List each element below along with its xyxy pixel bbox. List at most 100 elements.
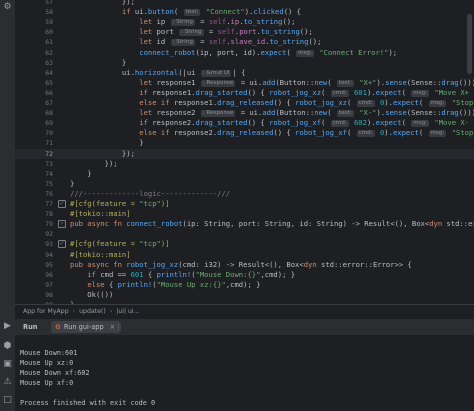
- more-options-icon[interactable]: ⋮: [115, 319, 122, 335]
- line-number: 76: [45, 189, 53, 198]
- line-number: 97: [45, 280, 53, 289]
- code-text: if ui.button( text: "Connect").clicked()…: [121, 7, 302, 17]
- line-number: 74: [45, 169, 53, 178]
- code-line[interactable]: 65 let response1 : Response = ui.add(But…: [15, 78, 474, 88]
- code-line[interactable]: 71 }: [15, 138, 474, 148]
- code-line[interactable]: 92: [15, 229, 474, 239]
- code-text: else if response2.drag_released() { robo…: [139, 128, 474, 138]
- code-line[interactable]: 72 });: [15, 148, 474, 159]
- code-line[interactable]: 60 let port : String = self.port.to_stri…: [15, 27, 474, 37]
- code-text: if response2.drag_started() { robot_jog_…: [139, 118, 474, 128]
- line-number: 93: [45, 240, 53, 249]
- run-tool-icon[interactable]: ▶: [3, 322, 12, 331]
- line-number: 67: [45, 99, 53, 107]
- line-number: 68: [45, 109, 53, 118]
- code-line[interactable]: 61 let id : String = self.slave_id.to_st…: [15, 37, 474, 47]
- code-text: pub async fn connect_robot(ip: String, p…: [70, 219, 474, 229]
- code-line[interactable]: 64 ui.horizontal(|ui : &mut Ui | {: [15, 68, 474, 78]
- code-editor[interactable]: 57 }); 58 if ui.button( text: "Connect").…: [15, 0, 474, 304]
- breadcrumb-item[interactable]: App for MyApp: [23, 308, 69, 315]
- code-text: });: [70, 148, 135, 158]
- run-panel-title: Run: [23, 323, 38, 331]
- console-line: Mouse Up xf:0: [20, 379, 74, 387]
- code-line[interactable]: 73 });: [15, 159, 474, 169]
- line-number: 63: [45, 58, 53, 67]
- line-number: 77: [45, 200, 53, 208]
- code-line[interactable]: 66 if response1.drag_started() { robot_j…: [15, 88, 474, 98]
- code-text: if response1.drag_started() { robot_jog_…: [139, 87, 474, 97]
- line-number: 59: [45, 18, 53, 27]
- code-line[interactable]: 74 }: [15, 169, 474, 179]
- line-number: 71: [45, 139, 53, 148]
- code-text: }: [70, 57, 127, 67]
- fold-check-icon[interactable]: ✓: [58, 240, 66, 249]
- problems-icon[interactable]: ⚠: [3, 378, 12, 387]
- code-text: let port : String = self.port.to_string(…: [139, 27, 313, 37]
- line-number: 60: [45, 28, 53, 37]
- console-line: Mouse Up xz:0: [20, 359, 74, 367]
- line-number: 79: [45, 220, 53, 229]
- rust-icon: ⚙: [55, 323, 61, 331]
- console-output[interactable]: Mouse Down:601 Mouse Up xz:0 Mouse Down xf…: [15, 335, 474, 411]
- debug-icon[interactable]: ⬢: [3, 342, 12, 351]
- code-line[interactable]: 58 if ui.button( text: "Connect").clicke…: [15, 7, 474, 17]
- line-number: 64: [45, 68, 53, 77]
- console-line: Mouse Down xf:602: [20, 369, 90, 377]
- line-number: 92: [45, 230, 53, 239]
- code-text: });: [70, 158, 118, 168]
- code-line[interactable]: 70 else if response2.drag_released() { r…: [15, 128, 474, 138]
- line-number: 65: [45, 78, 53, 87]
- code-text: #[cfg(feature = "tcp")]: [70, 199, 170, 208]
- tab-label: Run gui-app: [63, 323, 104, 331]
- line-number: 75: [45, 179, 53, 188]
- code-text: let ip : String = self.ip.to_string();: [139, 17, 296, 27]
- line-number: 98: [45, 290, 53, 299]
- code-text: connect_robot(ip, port, id).expect( msg:…: [139, 47, 398, 57]
- code-text: }: [70, 178, 75, 188]
- breadcrumb-separator: ›: [72, 308, 76, 315]
- fold-expand-icon[interactable]: ›: [58, 220, 66, 229]
- breadcrumb-item[interactable]: |ui| ui...: [116, 308, 139, 315]
- code-line[interactable]: 75}: [15, 179, 474, 189]
- code-line[interactable]: 63 }: [15, 58, 474, 68]
- line-number: 57: [45, 0, 53, 6]
- line-number: 58: [45, 8, 53, 17]
- terminal-icon[interactable]: ▣: [3, 360, 12, 369]
- breadcrumb-item[interactable]: update(): [79, 308, 106, 315]
- code-line[interactable]: 57 });: [15, 0, 474, 7]
- code-line[interactable]: 93 ✓ #[cfg(feature = "tcp")]: [15, 239, 474, 249]
- code-line[interactable]: 97 else { println!("Mouse Up xz:{}",cmd)…: [15, 280, 474, 290]
- code-text: let id : String = self.slave_id.to_strin…: [139, 37, 322, 47]
- line-number: 96: [45, 270, 53, 279]
- code-text: if cmd == 601 { println!("Mouse Down:{}"…: [87, 269, 296, 279]
- code-text: }: [70, 168, 92, 178]
- code-line[interactable]: 79 › pub async fn connect_robot(ip: String…: [15, 219, 474, 229]
- code-line[interactable]: 98 Ok(()): [15, 290, 474, 300]
- code-line[interactable]: 77 ✓ #[cfg(feature = "tcp")]: [15, 199, 474, 209]
- code-line[interactable]: 76 ///-------------logic-------------///: [15, 189, 474, 199]
- code-line[interactable]: 69 if response2.drag_started() { robot_j…: [15, 118, 474, 128]
- code-line[interactable]: 68 let response2 : Response = ui.add(But…: [15, 108, 474, 118]
- code-line[interactable]: 94 #[tokio::main]: [15, 250, 474, 260]
- code-line[interactable]: 62 connect_robot(ip, port, id).expect( m…: [15, 48, 474, 58]
- code-text: else if response1.drag_released() { robo…: [139, 98, 474, 107]
- project-icon[interactable]: ⚙: [3, 3, 12, 12]
- code-line[interactable]: 95 pub async fn robot_jog_xz(cmd: i32) ->…: [15, 260, 474, 270]
- code-text: #[cfg(feature = "tcp")]: [70, 239, 170, 249]
- tab-run-gui-app[interactable]: ⚙ Run gui-app ×: [51, 321, 122, 333]
- breadcrumb: App for MyApp › update() › |ui| ui...: [15, 304, 474, 318]
- code-text: pub async fn robot_jog_xz(cmd: i32) -> R…: [70, 259, 412, 269]
- folder-icon[interactable]: □: [3, 396, 12, 405]
- line-number: 69: [45, 119, 53, 128]
- code-line[interactable]: 59 let ip : String = self.ip.to_string()…: [15, 17, 474, 27]
- code-line[interactable]: 67 else if response1.drag_released() { r…: [15, 98, 474, 108]
- fold-check-icon[interactable]: ✓: [58, 200, 66, 208]
- breadcrumb-separator: ›: [109, 308, 113, 315]
- code-text: let response2 : Response = ui.add(Button…: [139, 108, 474, 118]
- code-line[interactable]: 96 if cmd == 601 { println!("Mouse Down:…: [15, 270, 474, 280]
- code-line[interactable]: 78 #[tokio::main]: [15, 209, 474, 219]
- code-text: let response1 : Response = ui.add(Button…: [139, 77, 474, 87]
- code-text: ui.horizontal(|ui : &mut Ui | {: [70, 67, 246, 77]
- code-text: Ok(()): [70, 289, 114, 299]
- console-line: Process finished with exit code 0: [20, 399, 156, 407]
